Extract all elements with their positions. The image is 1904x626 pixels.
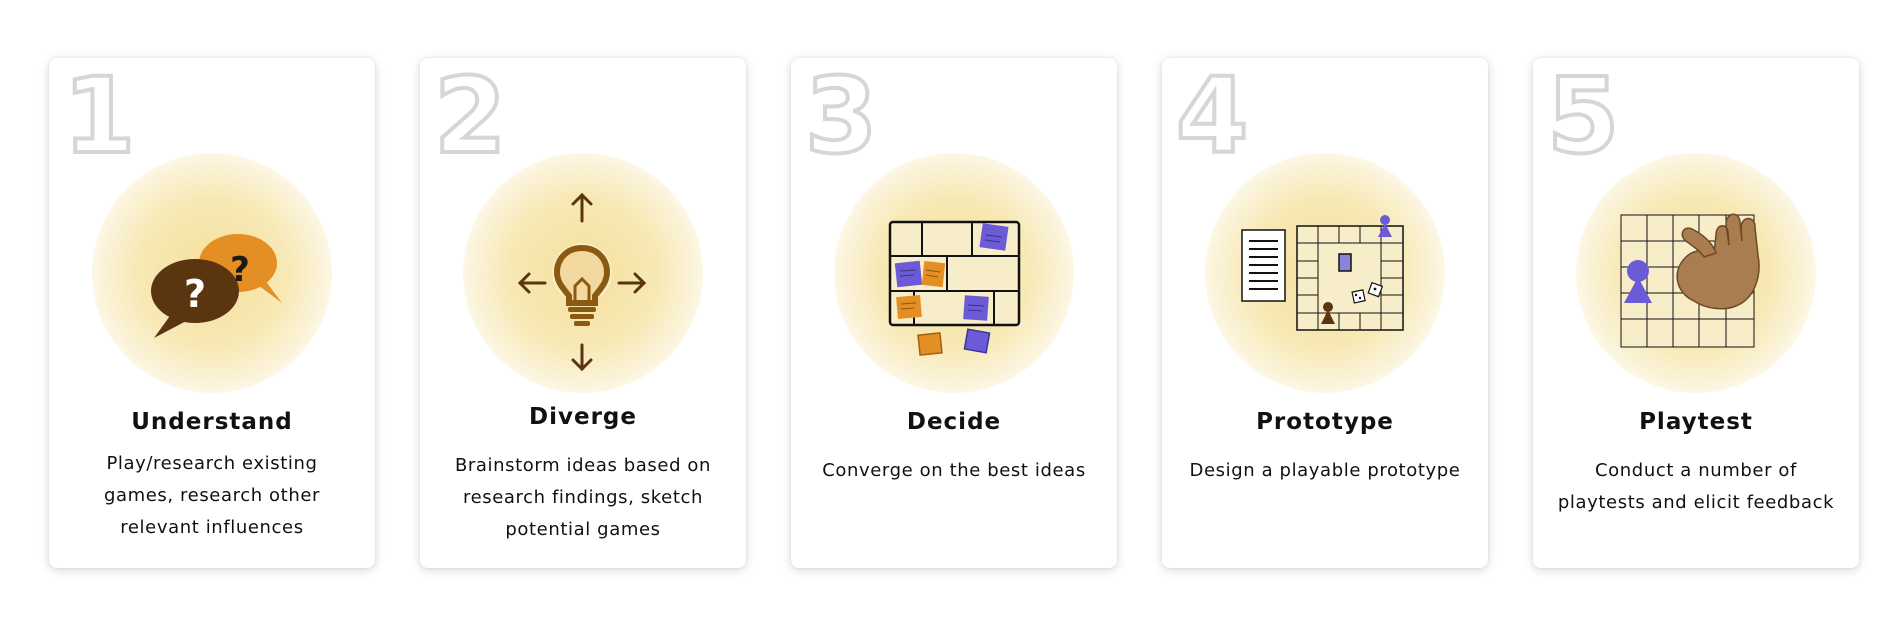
- speech-bubbles-question-icon: ? ?: [151, 234, 282, 338]
- step-description: Play/research existing games, research o…: [103, 453, 321, 538]
- step-card-diverge: 2 Diverge Brainstorm ideas based on rese…: [420, 58, 746, 568]
- step-title: Playtest: [1639, 409, 1753, 435]
- step-card-understand: 1 ? ? Understand Play/research existing …: [49, 58, 375, 568]
- step-card-playtest: 5 Playtest Conduct a number of playtests…: [1533, 58, 1859, 568]
- hand-pawn-board-icon: [1620, 213, 1760, 348]
- board-game-prototype-icon: [1241, 215, 1404, 331]
- step-title: Diverge: [529, 404, 637, 430]
- svg-text:?: ?: [184, 272, 206, 316]
- step-description: Conduct a number of playtests and elicit…: [1557, 460, 1835, 513]
- step-title: Decide: [906, 409, 1002, 435]
- step-card-prototype: 4 Prototype Design a playable prototype: [1162, 58, 1488, 568]
- step-title: Prototype: [1256, 409, 1394, 435]
- step-card-decide: 3 Decide Converge on the best ideas: [791, 58, 1117, 568]
- sticky-notes-board-icon: [888, 220, 1021, 356]
- step-description: Design a playable prototype: [1189, 460, 1461, 481]
- step-title: Understand: [131, 409, 293, 435]
- step-description: Converge on the best ideas: [822, 460, 1086, 481]
- lightbulb-arrows-icon: [517, 192, 647, 372]
- step-description: Brainstorm ideas based on research findi…: [454, 455, 712, 540]
